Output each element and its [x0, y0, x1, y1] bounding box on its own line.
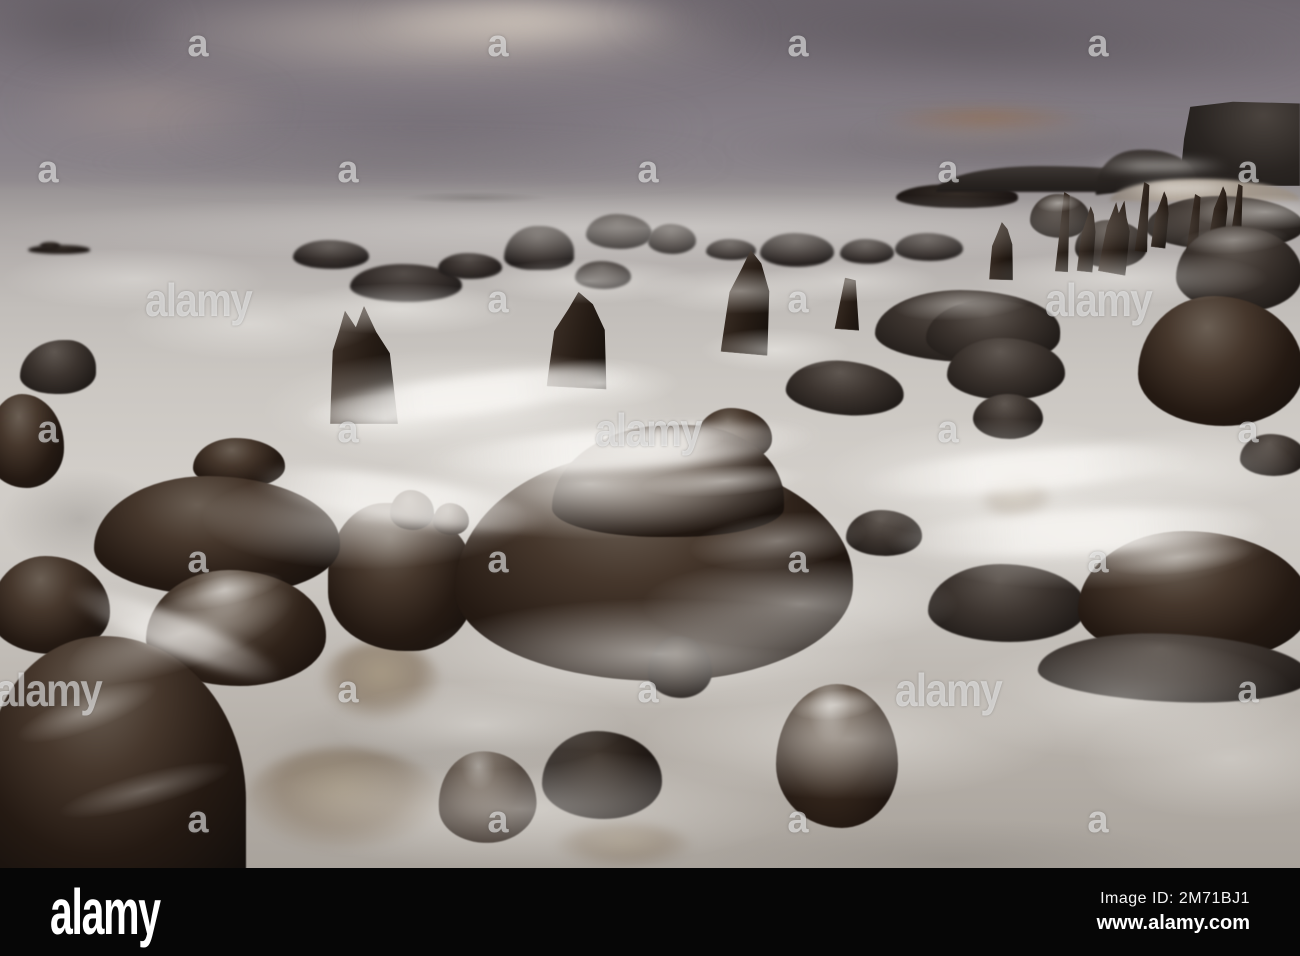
watermark-a: a	[637, 149, 659, 191]
cloud	[597, 0, 1300, 110]
watermark-alamy: alamy	[895, 664, 1003, 716]
watermark-alamy: alamy	[1045, 274, 1153, 326]
watermark-a: a	[187, 539, 209, 581]
rock-highlight	[1035, 192, 1083, 214]
watermark-a: a	[487, 279, 509, 321]
watermark-a: a	[487, 539, 509, 581]
watermark-a: a	[1087, 799, 1109, 841]
cloud	[40, 140, 740, 185]
watermark-a: a	[787, 799, 809, 841]
watermark-a: a	[1237, 669, 1259, 711]
watermark-a: a	[37, 409, 59, 451]
watermark-a: a	[1237, 149, 1259, 191]
watermark-alamy: alamy	[145, 274, 253, 326]
watermark-a: a	[187, 799, 209, 841]
rock	[1138, 296, 1300, 426]
watermark-a: a	[937, 409, 959, 451]
watermark-a: a	[787, 279, 809, 321]
watermark-a: a	[37, 149, 59, 191]
watermark-a: a	[787, 23, 809, 65]
footer-bar: alamy Image ID: 2M71BJ1 www.alamy.com	[0, 868, 1300, 956]
watermark-a: a	[937, 149, 959, 191]
sea-mist	[700, 328, 850, 372]
alamy-logo: alamy	[50, 876, 161, 948]
watermark-a: a	[187, 23, 209, 65]
image-id: Image ID: 2M71BJ1	[1100, 889, 1250, 907]
watermark-a: a	[487, 23, 509, 65]
watermark-a: a	[487, 799, 509, 841]
rock-highlight	[1177, 223, 1291, 257]
footer-info: Image ID: 2M71BJ1 www.alamy.com	[1097, 890, 1250, 935]
sea-mist	[330, 680, 630, 770]
watermark-a: a	[337, 149, 359, 191]
watermark-a: a	[1087, 23, 1109, 65]
photo: a a a a a a a a a alamy a a alamy a a alamy a a a a a a alamy a…	[0, 0, 1300, 868]
watermark-alamy: alamy	[595, 404, 703, 456]
cloud	[0, 0, 190, 70]
alamy-url: www.alamy.com	[1096, 911, 1250, 934]
rock	[20, 340, 96, 394]
watermark-alamy: alamy	[0, 664, 103, 716]
watermark-a: a	[1237, 409, 1259, 451]
watermark-a: a	[1087, 539, 1109, 581]
water-streak	[1090, 160, 1230, 172]
alamy-stock-photo-page: a a a a a a a a a alamy a a alamy a a alamy a a a a a a alamy a…	[0, 0, 1300, 956]
watermark-a: a	[637, 669, 659, 711]
watermark-a: a	[337, 669, 359, 711]
watermark-a: a	[337, 409, 359, 451]
sea-mist	[1080, 698, 1300, 820]
watermark-a: a	[787, 539, 809, 581]
